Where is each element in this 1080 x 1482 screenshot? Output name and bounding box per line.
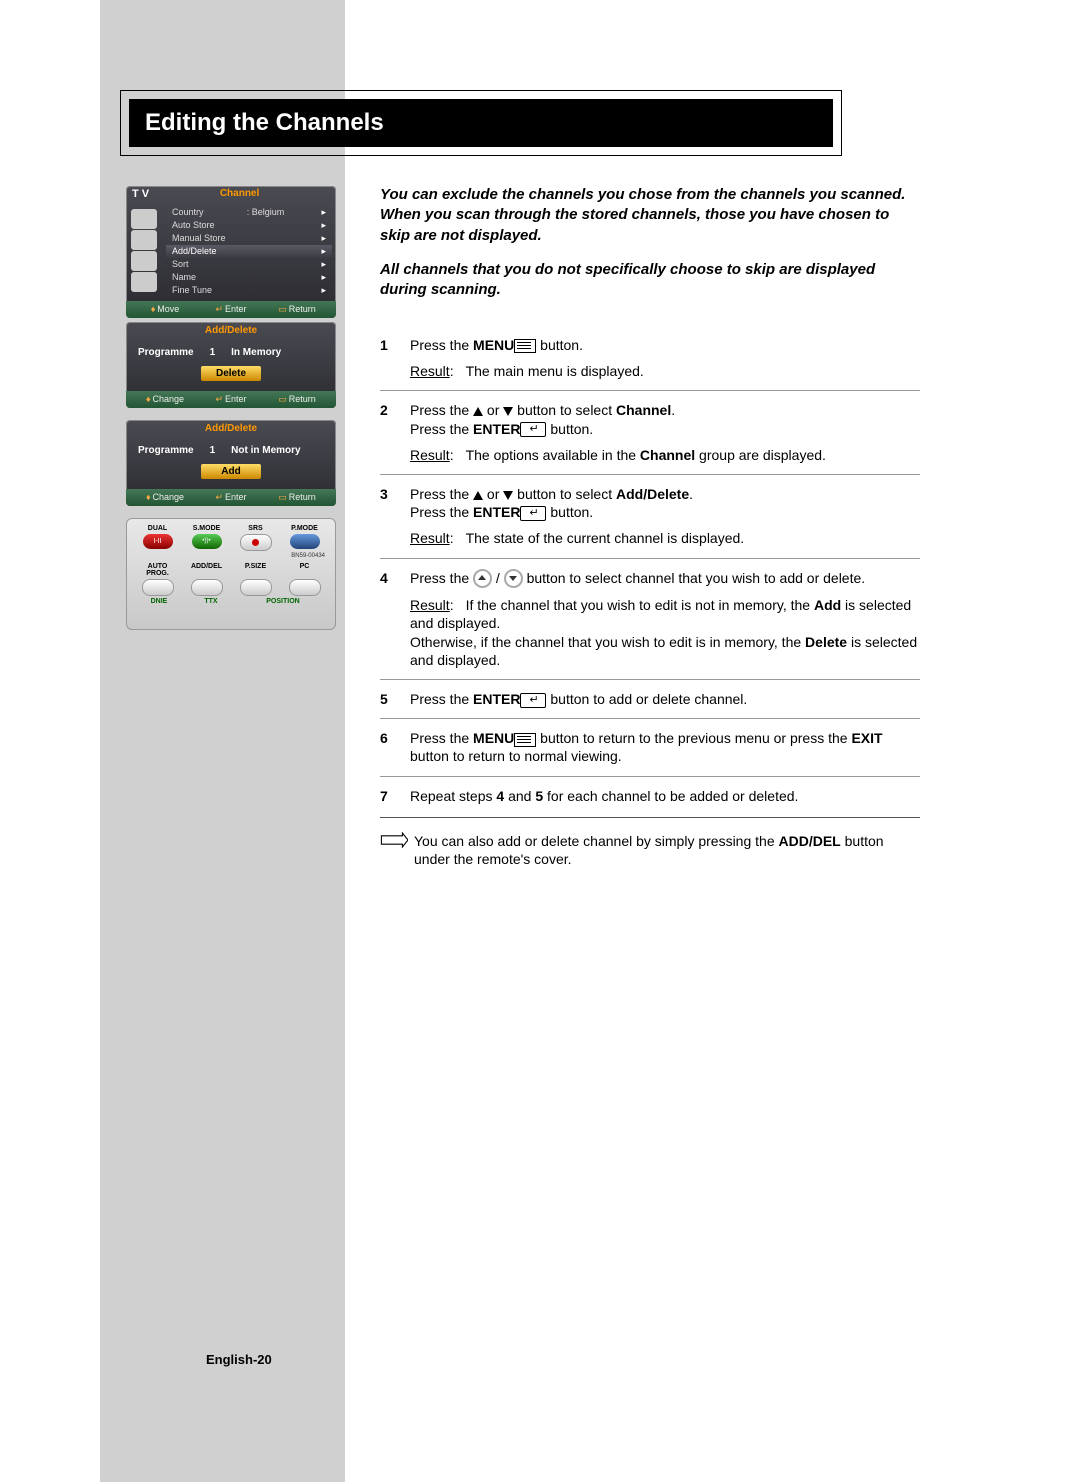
remote-label-pmode: P.MODE [285,525,325,532]
step-7: 7 Repeat steps 4 and 5 for each channel … [380,781,920,811]
step-5: 5 Press the ENTER button to add or delet… [380,684,920,714]
osd-channel-icon [131,251,157,271]
divider [380,679,920,680]
osd-tv-label: T V [132,188,149,200]
enter-icon [520,506,546,521]
channel-up-icon [473,569,492,588]
step-number: 6 [380,729,410,765]
remote-autoprog-button [142,579,174,596]
osd-footer: ♦Change ↵Enter ▭Return [126,391,336,408]
osd-footer: ♦Change ↵Enter ▭Return [126,489,336,506]
divider [380,390,920,391]
down-arrow-icon [503,407,513,416]
step-3: 3 Press the or button to select Add/Dele… [380,479,920,554]
osd-delete-button: Delete [201,366,261,381]
enter-icon [520,422,546,437]
page-number: English-20 [206,1352,272,1367]
remote-srs-button [240,534,272,551]
remote-diagram: DUAL S.MODE SRS P.MODE I-II •))• BN59-00… [126,518,336,630]
remote-label-dnie: DNIE [139,598,179,605]
step-number: 5 [380,690,410,708]
note-arrow-icon [380,832,408,868]
remote-label-autoprog: AUTO PROG. [138,563,178,577]
osd-picture-icon [131,209,157,229]
channel-down-icon [504,569,523,588]
osd-icon-column [126,202,162,301]
steps-list: 1 Press the MENU button. Result:The main… [380,330,920,876]
remote-model-number: BN59-00434 [133,553,329,559]
osd-menu-title: Channel [149,188,330,200]
remote-label-psize: P.SIZE [236,563,276,577]
remote-adddel-button [191,579,223,596]
step-4: 4 Press the / button to select channel t… [380,563,920,676]
osd-row-country: Country: Belgium▸ [166,206,332,219]
remote-label-srs: SRS [236,525,276,532]
intro-para-2: All channels that you do not specificall… [380,260,920,301]
result-text: The main menu is displayed. [466,363,644,379]
osd-sound-icon [131,230,157,250]
divider [380,817,920,818]
up-arrow-icon [473,491,483,500]
osd-row-name: Name▸ [166,271,332,284]
osd-row-finetune: Fine Tune▸ [166,284,332,297]
remote-label-pc: PC [285,563,325,577]
divider [380,718,920,719]
remote-label-adddel: ADD/DEL [187,563,227,577]
step-6: 6 Press the MENU button to return to the… [380,723,920,771]
osd-row-adddelete: Add/Delete▸ [166,245,332,258]
title-box: Editing the Channels [120,90,842,156]
osd-row-sort: Sort▸ [166,258,332,271]
osd-add-dialog: Add/Delete Programme1Not in Memory Add ♦… [126,420,336,506]
intro-para-1: You can exclude the channels you chose f… [380,185,920,246]
osd-row-autostore: Auto Store▸ [166,219,332,232]
osd-footer: ♦Move ↵Enter ▭Return [126,301,336,318]
step-number: 7 [380,787,410,805]
osd-dialog-title: Add/Delete [126,322,336,339]
divider [380,776,920,777]
note: You can also add or delete channel by si… [380,824,920,876]
down-arrow-icon [503,491,513,500]
osd-row-manualstore: Manual Store▸ [166,232,332,245]
remote-label-ttx: TTX [191,598,231,605]
result-label: Result [410,363,450,379]
remote-label-smode: S.MODE [187,525,227,532]
step-2: 2 Press the or button to select Channel.… [380,395,920,470]
osd-delete-dialog: Add/Delete Programme1In Memory Delete ♦C… [126,322,336,408]
step-number: 1 [380,336,410,380]
remote-pc-button [289,579,321,596]
osd-channel-menu: T VChannel Country: Belgium▸ Auto Store▸… [126,186,336,318]
osd-dialog-title: Add/Delete [126,420,336,437]
intro-text: You can exclude the channels you chose f… [380,185,920,314]
page-title: Editing the Channels [129,99,833,147]
step-1: 1 Press the MENU button. Result:The main… [380,330,920,386]
step-number: 3 [380,485,410,548]
step-number: 4 [380,569,410,670]
remote-dual-button: I-II [143,534,173,549]
up-arrow-icon [473,407,483,416]
remote-pmode-button [290,534,320,549]
remote-label-position: POSITION [243,598,323,605]
remote-smode-button: •))• [192,534,222,549]
divider [380,558,920,559]
remote-psize-button [240,579,272,596]
remote-label-dual: DUAL [138,525,178,532]
osd-add-button: Add [201,464,261,479]
menu-icon [514,733,536,747]
divider [380,474,920,475]
menu-icon [514,339,536,353]
step-number: 2 [380,401,410,464]
osd-setup-icon [131,272,157,292]
enter-icon [520,693,546,708]
